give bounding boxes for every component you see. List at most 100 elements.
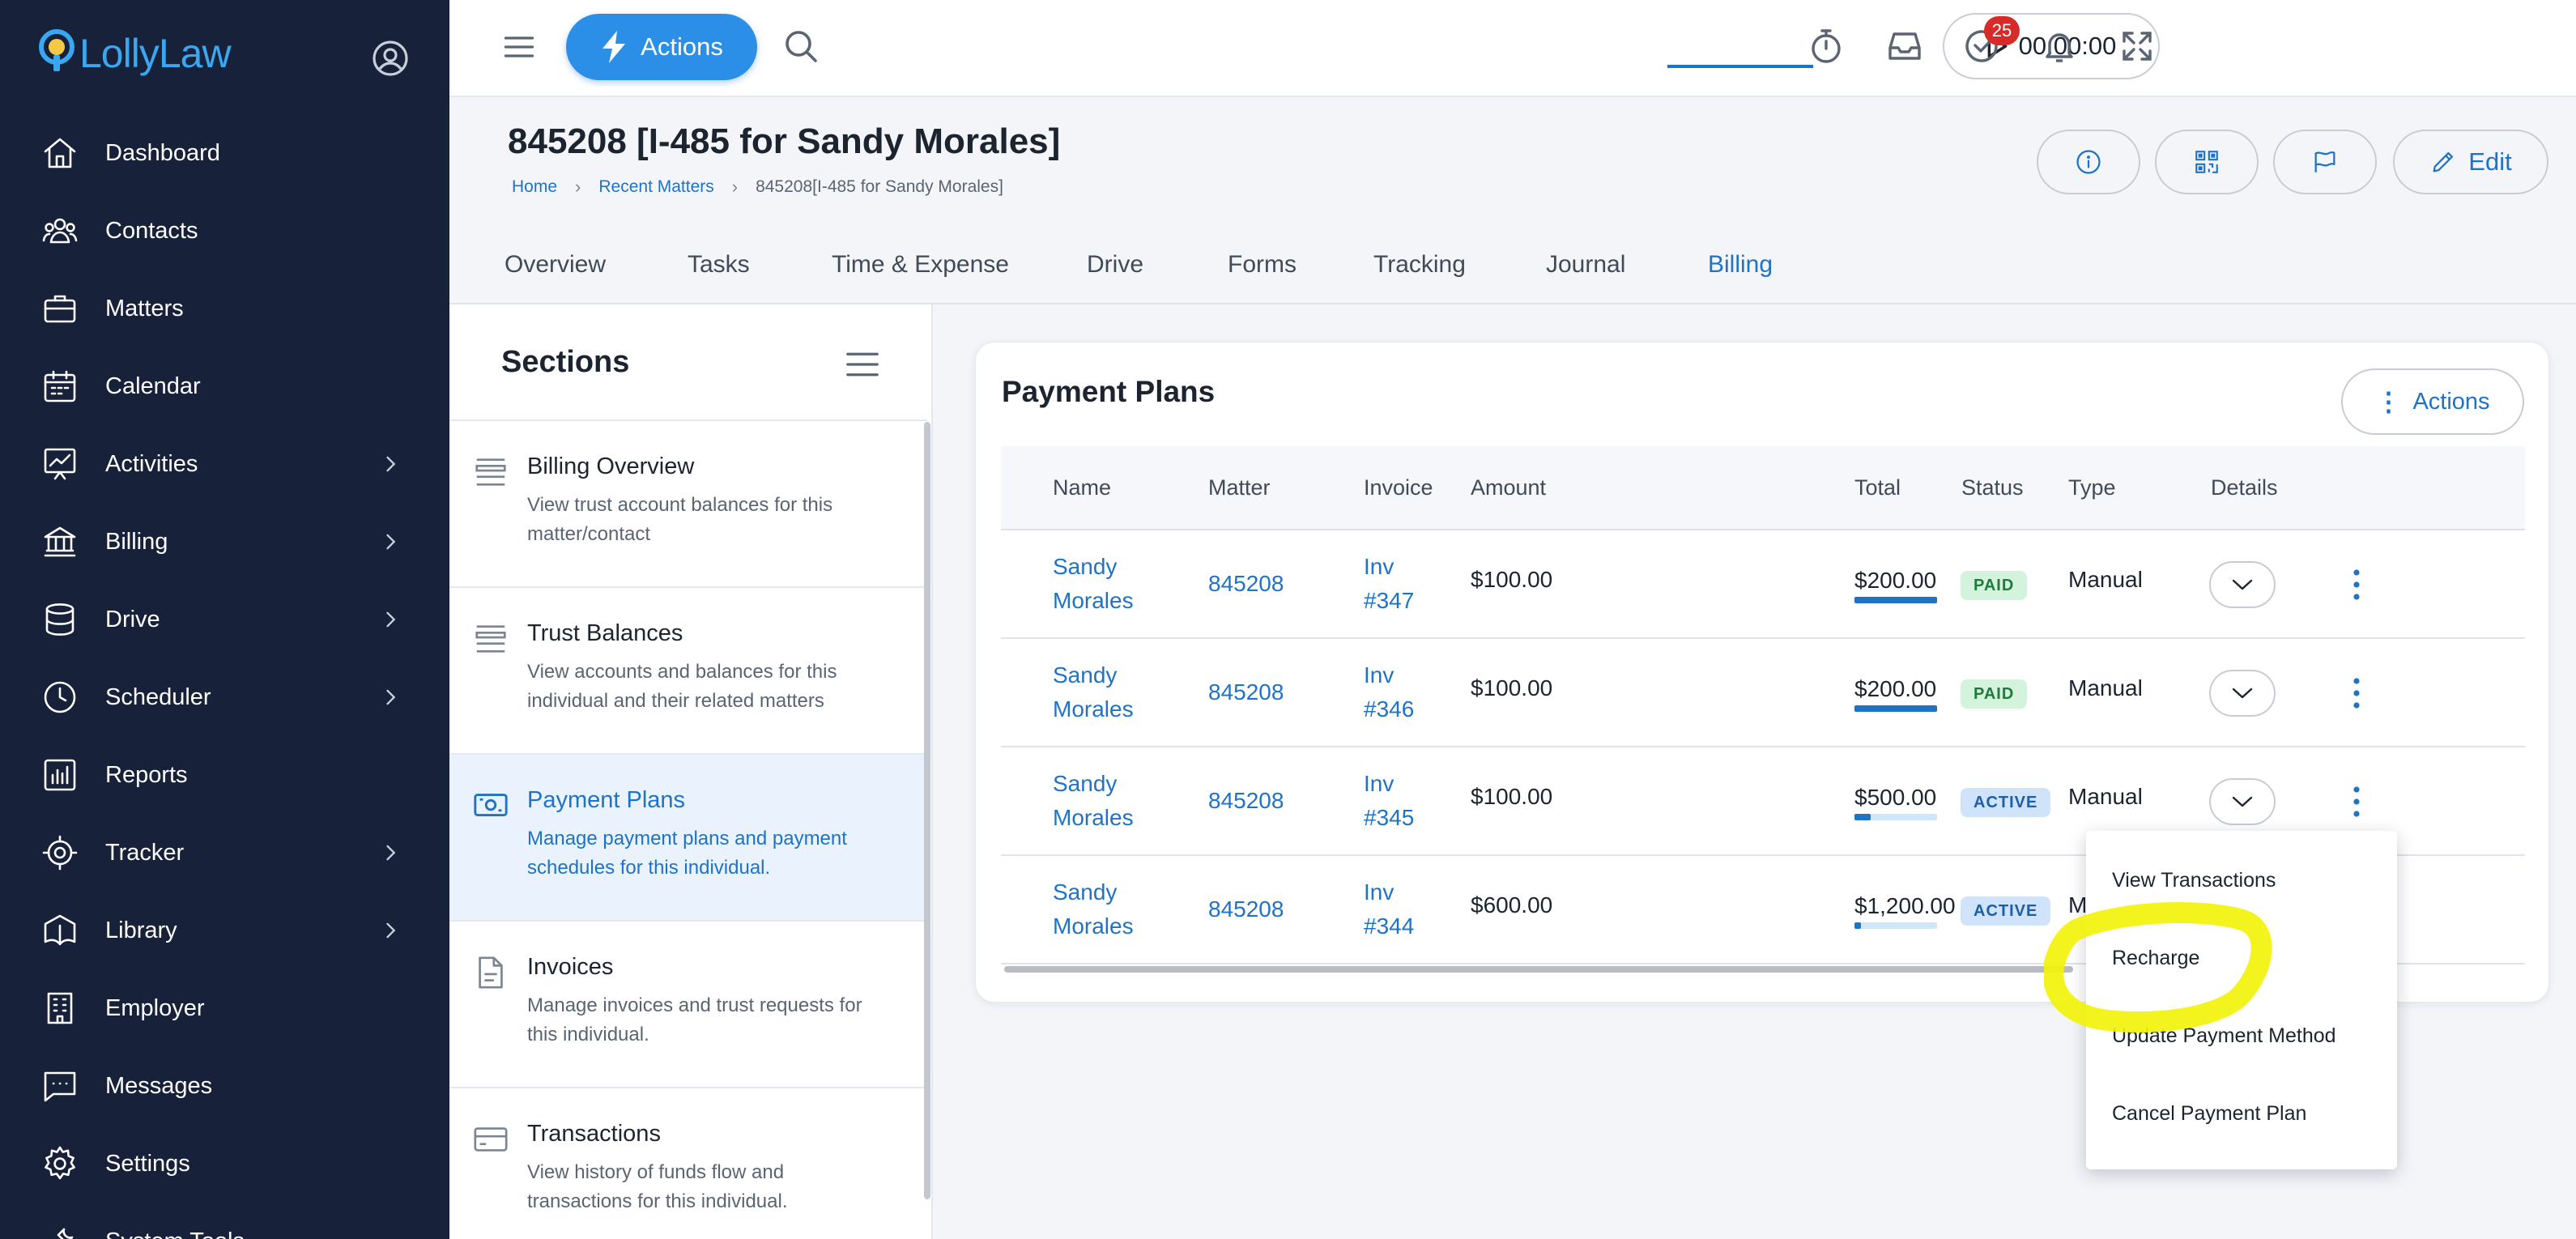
sidebar-item-label: Reports — [105, 761, 188, 788]
invoice-link[interactable]: Inv #344 — [1364, 875, 1414, 943]
menu-item-view-transactions[interactable]: View Transactions — [2112, 869, 2276, 892]
qr-code-icon — [2195, 151, 2218, 173]
briefcase-icon — [44, 295, 76, 323]
sections-scrollbar[interactable] — [924, 422, 930, 1199]
paid-progress-fill — [1854, 922, 1862, 929]
qr-code-button[interactable] — [2155, 130, 2259, 194]
sections-menu-icon[interactable] — [845, 348, 880, 381]
sidebar-item-reports[interactable]: Reports — [0, 736, 449, 814]
sidebar-item-settings[interactable]: Settings — [0, 1125, 449, 1203]
matter-link[interactable]: 845208 — [1208, 784, 1284, 818]
sidebar-item-employer[interactable]: Employer — [0, 969, 449, 1047]
info-button[interactable] — [2037, 130, 2140, 194]
sidebar-item-billing[interactable]: Billing — [0, 503, 449, 581]
tab-journal[interactable]: Journal — [1546, 251, 1625, 279]
expand-details-button[interactable] — [2209, 670, 2276, 717]
client-name-link[interactable]: Sandy Morales — [1053, 550, 1134, 618]
menu-item-cancel-payment-plan[interactable]: Cancel Payment Plan — [2112, 1102, 2306, 1126]
section-description: View history of funds flow and transacti… — [527, 1161, 788, 1212]
money-icon — [474, 794, 508, 816]
invoice-prefix: Inv — [1364, 879, 1394, 905]
home-icon — [44, 138, 76, 168]
flag-button[interactable] — [2273, 130, 2377, 194]
breadcrumb-home[interactable]: Home — [512, 177, 557, 197]
sidebar-item-scheduler[interactable]: Scheduler — [0, 658, 449, 736]
app-logo[interactable]: LollyLaw — [36, 29, 232, 78]
tab-forms[interactable]: Forms — [1228, 251, 1297, 279]
activities-chart-icon — [44, 448, 76, 480]
tab-tracking[interactable]: Tracking — [1373, 251, 1466, 279]
bar-chart-icon — [44, 759, 76, 791]
table-header-row: Name Matter Invoice Amount Total Status … — [1001, 446, 2525, 530]
library-icon — [44, 914, 76, 946]
tab-billing[interactable]: Billing — [1708, 251, 1773, 279]
table-row: Sandy Morales 845208 Inv #347 $100.00 $200.00 P… — [1001, 530, 2525, 639]
sidebar-item-activities[interactable]: Activities — [0, 425, 449, 503]
sidebar-item-label: Tracker — [105, 839, 185, 866]
matter-link[interactable]: 845208 — [1208, 675, 1284, 709]
breadcrumb: Home › Recent Matters › 845208[I-485 for… — [512, 177, 1003, 198]
invoice-link[interactable]: Inv #345 — [1364, 767, 1414, 835]
tools-icon — [57, 1228, 74, 1239]
expand-details-button[interactable] — [2209, 778, 2276, 825]
breadcrumb-recent-matters[interactable]: Recent Matters — [598, 177, 713, 197]
section-trust-balances[interactable]: Trust Balances View accounts and balance… — [449, 586, 927, 753]
column-header-name: Name — [1053, 475, 1112, 500]
sidebar-item-contacts[interactable]: Contacts — [0, 192, 449, 270]
matter-link[interactable]: 845208 — [1208, 567, 1284, 601]
tab-tasks[interactable]: Tasks — [688, 251, 750, 279]
hamburger-menu-icon[interactable] — [501, 29, 537, 65]
card-icon — [474, 1127, 508, 1152]
logo-bulb-icon — [39, 29, 75, 71]
section-billing-overview[interactable]: Billing Overview View trust account bala… — [449, 419, 927, 586]
paid-progress-bar — [1854, 814, 1937, 820]
expand-details-button[interactable] — [2209, 561, 2276, 608]
user-profile-icon[interactable] — [371, 39, 410, 78]
invoice-link[interactable]: Inv #346 — [1364, 658, 1414, 726]
client-name-link[interactable]: Sandy Morales — [1053, 875, 1134, 943]
client-name-link[interactable]: Sandy Morales — [1053, 658, 1134, 726]
search-icon[interactable] — [781, 27, 820, 66]
tab-overview[interactable]: Overview — [505, 251, 606, 279]
invoice-prefix: Inv — [1364, 554, 1394, 579]
stopwatch-icon[interactable] — [1807, 27, 1846, 66]
sidebar-item-label: Calendar — [105, 373, 201, 399]
table-horizontal-scrollbar[interactable] — [1004, 966, 2073, 973]
row-more-options-icon[interactable] — [2351, 566, 2362, 603]
column-header-total: Total — [1854, 475, 1901, 500]
bank-icon — [44, 526, 76, 557]
sidebar-item-system-tools[interactable]: System Tools — [0, 1203, 449, 1239]
actions-button[interactable]: Actions — [566, 14, 757, 80]
bell-icon[interactable] — [2040, 27, 2079, 66]
sidebar-item-library[interactable]: Library — [0, 892, 449, 969]
sidebar-item-dashboard[interactable]: Dashboard — [0, 114, 449, 192]
fullscreen-icon[interactable] — [2118, 27, 2157, 66]
amount-value: $100.00 — [1471, 675, 1553, 700]
sidebar-item-tracker[interactable]: Tracker — [0, 814, 449, 892]
sidebar-item-drive[interactable]: Drive — [0, 581, 449, 658]
row-more-options-icon[interactable] — [2351, 675, 2362, 712]
paid-progress-fill — [1854, 705, 1937, 712]
chevron-right-icon — [386, 611, 396, 628]
column-header-type: Type — [2068, 475, 2116, 500]
column-header-matter: Matter — [1208, 475, 1271, 500]
section-transactions[interactable]: Transactions View history of funds flow … — [449, 1087, 927, 1239]
section-payment-plans[interactable]: Payment Plans Manage payment plans and p… — [449, 753, 927, 920]
sidebar-item-calendar[interactable]: Calendar — [0, 347, 449, 425]
matter-link[interactable]: 845208 — [1208, 892, 1284, 926]
section-invoices[interactable]: Invoices Manage invoices and trust reque… — [449, 920, 927, 1087]
invoice-link[interactable]: Inv #347 — [1364, 550, 1414, 618]
tab-drive[interactable]: Drive — [1087, 251, 1143, 279]
actions-button-label: Actions — [641, 32, 723, 61]
sidebar-item-messages[interactable]: Messages — [0, 1047, 449, 1125]
sidebar-item-matters[interactable]: Matters — [0, 270, 449, 347]
client-name-link[interactable]: Sandy Morales — [1053, 767, 1134, 835]
inbox-icon[interactable] — [1885, 27, 1924, 66]
payment-plans-actions-button[interactable]: ⋮ Actions — [2341, 368, 2524, 435]
breadcrumb-separator-icon: › — [575, 177, 581, 197]
status-badge: PAID — [1961, 571, 2028, 600]
type-value: Manual — [2068, 784, 2143, 809]
edit-button[interactable]: Edit — [2393, 130, 2548, 194]
row-more-options-icon[interactable] — [2351, 783, 2362, 820]
tab-time-expense[interactable]: Time & Expense — [832, 251, 1009, 279]
